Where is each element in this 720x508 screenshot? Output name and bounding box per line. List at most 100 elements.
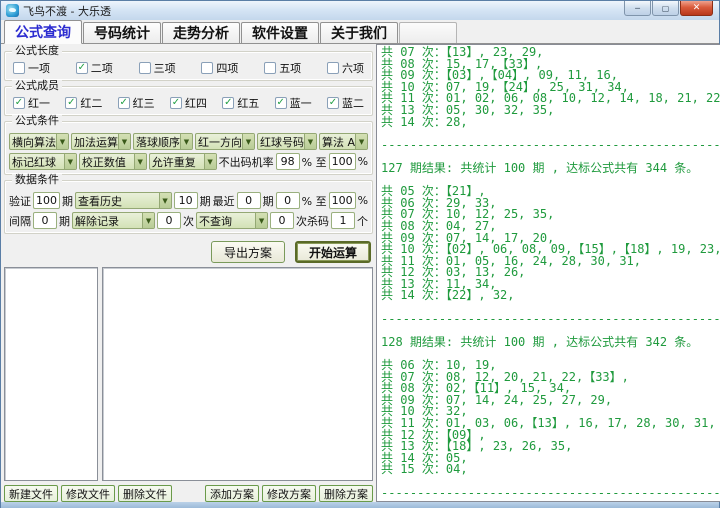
maximize-button[interactable]: ▢ xyxy=(652,1,679,16)
left-panel: 公式长度 一项✓二项三项四项五项六项 公式成员 ✓红一✓红二✓红三✓红四✓红五✓… xyxy=(1,44,376,502)
results-text: 共 07 次：【13】, 23, 29, 共 08 次：15, 17,【33】,… xyxy=(377,45,720,499)
dropdown[interactable]: 加法运算▼ xyxy=(71,133,131,150)
formula-length-options: 一项 ✓二项 三项 四项 五项 六项 xyxy=(9,60,368,76)
chevron-down-icon[interactable]: ▼ xyxy=(180,134,192,149)
number-input[interactable]: 0 xyxy=(157,212,181,229)
checkbox[interactable]: ✓ xyxy=(13,97,25,109)
chevron-down-icon[interactable]: ▼ xyxy=(242,134,254,149)
checkbox[interactable]: ✓ xyxy=(170,97,182,109)
data-conditions-row1: 验证100期查看历史▼10期最近0期0% 至100% xyxy=(9,192,368,209)
small-button[interactable]: 修改文件 xyxy=(61,485,115,502)
field-label: 期 xyxy=(263,193,274,209)
checkbox-option[interactable]: ✓红四 xyxy=(170,95,207,111)
field-label: % 至 xyxy=(302,154,327,170)
dropdown[interactable]: 标记红球▼ xyxy=(9,153,77,170)
bottom-buttons: 新建文件修改文件删除文件 添加方案修改方案删除方案 xyxy=(4,485,373,502)
checkbox-option[interactable]: ✓红二 xyxy=(65,95,102,111)
dropdown[interactable]: 横向算法▼ xyxy=(9,133,69,150)
checkbox-option[interactable]: 三项 xyxy=(139,60,176,76)
field-label: 期 xyxy=(200,193,211,209)
checkbox-option[interactable]: ✓红五 xyxy=(222,95,259,111)
dropdown[interactable]: 校正数值▼ xyxy=(79,153,147,170)
chevron-down-icon[interactable]: ▼ xyxy=(159,193,171,208)
checkbox-option[interactable]: ✓二项 xyxy=(76,60,113,76)
dropdown[interactable]: 算法 A▼ xyxy=(319,133,368,150)
checkbox-option[interactable]: 六项 xyxy=(327,60,364,76)
small-button[interactable]: 删除文件 xyxy=(118,485,172,502)
plan-button-group: 添加方案修改方案删除方案 xyxy=(205,485,373,502)
dropdown[interactable]: 红一方向▼ xyxy=(195,133,255,150)
checkbox-label: 蓝一 xyxy=(290,95,312,111)
field-label: 间隔 xyxy=(9,213,31,229)
checkbox[interactable]: ✓ xyxy=(76,62,88,74)
plan-listbox[interactable] xyxy=(102,267,373,481)
chevron-down-icon[interactable]: ▼ xyxy=(304,134,316,149)
export-plan-button[interactable]: 导出方案 xyxy=(211,241,285,263)
number-input[interactable]: 100 xyxy=(329,153,356,170)
checkbox-option[interactable]: ✓蓝一 xyxy=(275,95,312,111)
dropdown[interactable]: 落球顺序▼ xyxy=(133,133,193,150)
small-button[interactable]: 删除方案 xyxy=(319,485,373,502)
dropdown[interactable]: 解除记录▼ xyxy=(72,212,155,229)
group-formula-conditions: 公式条件 横向算法▼加法运算▼落球顺序▼红一方向▼红球号码▼算法 A▼ 标记红球… xyxy=(4,121,373,175)
checkbox-option[interactable]: 一项 xyxy=(13,60,50,76)
checkbox[interactable]: ✓ xyxy=(275,97,287,109)
window-title: 飞鸟不渡 - 大乐透 xyxy=(23,3,111,19)
dropdown-value: 横向算法 xyxy=(10,134,56,150)
checkbox-option[interactable]: 四项 xyxy=(201,60,238,76)
chevron-down-icon[interactable]: ▼ xyxy=(204,154,216,169)
chevron-down-icon[interactable]: ▼ xyxy=(64,154,76,169)
results-area[interactable]: 共 07 次：【13】, 23, 29, 共 08 次：15, 17,【33】,… xyxy=(376,44,720,502)
app-window: 飞鸟不渡 - 大乐透 ─ ▢ ✕ 公式查询号码统计走势分析软件设置关于我们 公式… xyxy=(0,0,720,508)
checkbox-option[interactable]: ✓红一 xyxy=(13,95,50,111)
chevron-down-icon[interactable]: ▼ xyxy=(355,134,367,149)
checkbox-label: 红一 xyxy=(28,95,50,111)
checkbox[interactable]: ✓ xyxy=(118,97,130,109)
checkbox-label: 红二 xyxy=(80,95,102,111)
checkbox-option[interactable]: 五项 xyxy=(264,60,301,76)
checkbox-option[interactable]: ✓蓝二 xyxy=(327,95,364,111)
dropdown[interactable]: 查看历史▼ xyxy=(75,192,172,209)
number-input[interactable]: 100 xyxy=(329,192,356,209)
number-input[interactable]: 1 xyxy=(331,212,355,229)
checkbox[interactable] xyxy=(201,62,213,74)
dropdown[interactable]: 允许重复▼ xyxy=(149,153,217,170)
file-listbox[interactable] xyxy=(4,267,98,481)
chevron-down-icon[interactable]: ▼ xyxy=(56,134,68,149)
number-input[interactable]: 0 xyxy=(237,192,261,209)
number-input[interactable]: 0 xyxy=(276,192,300,209)
formula-conditions-row1: 横向算法▼加法运算▼落球顺序▼红一方向▼红球号码▼算法 A▼ xyxy=(9,133,368,150)
minimize-button[interactable]: ─ xyxy=(624,1,651,16)
start-calculation-button[interactable]: 开始运算 xyxy=(295,241,371,263)
checkbox[interactable] xyxy=(264,62,276,74)
small-button[interactable]: 修改方案 xyxy=(262,485,316,502)
number-input[interactable]: 100 xyxy=(33,192,60,209)
maximize-icon: ▢ xyxy=(662,4,670,13)
dropdown-value: 解除记录 xyxy=(73,213,142,229)
tab[interactable]: 公式查询 xyxy=(4,20,82,44)
checkbox[interactable]: ✓ xyxy=(65,97,77,109)
close-button[interactable]: ✕ xyxy=(680,1,713,16)
checkbox[interactable] xyxy=(139,62,151,74)
tab[interactable]: 号码统计 xyxy=(83,22,161,43)
checkbox[interactable] xyxy=(13,62,25,74)
checkbox[interactable]: ✓ xyxy=(327,97,339,109)
tab[interactable]: 软件设置 xyxy=(241,22,319,43)
dropdown[interactable]: 不查询▼ xyxy=(196,212,268,229)
checkbox[interactable]: ✓ xyxy=(222,97,234,109)
number-input[interactable]: 0 xyxy=(270,212,294,229)
chevron-down-icon[interactable]: ▼ xyxy=(118,134,130,149)
chevron-down-icon[interactable]: ▼ xyxy=(142,213,154,228)
tab[interactable]: 关于我们 xyxy=(320,22,398,43)
chevron-down-icon[interactable]: ▼ xyxy=(255,213,267,228)
tab[interactable]: 走势分析 xyxy=(162,22,240,43)
number-input[interactable]: 0 xyxy=(33,212,57,229)
number-input[interactable]: 10 xyxy=(174,192,198,209)
small-button[interactable]: 新建文件 xyxy=(4,485,58,502)
checkbox-option[interactable]: ✓红三 xyxy=(118,95,155,111)
small-button[interactable]: 添加方案 xyxy=(205,485,259,502)
dropdown[interactable]: 红球号码▼ xyxy=(257,133,317,150)
number-input[interactable]: 98 xyxy=(276,153,300,170)
chevron-down-icon[interactable]: ▼ xyxy=(134,154,146,169)
checkbox[interactable] xyxy=(327,62,339,74)
